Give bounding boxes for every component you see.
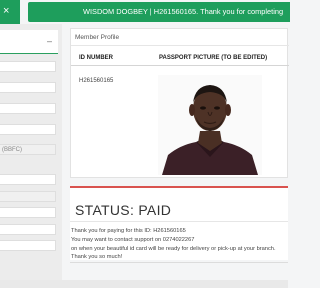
divider <box>70 221 288 222</box>
divider <box>71 65 289 66</box>
branch-field[interactable]: (BBFC) <box>0 144 56 155</box>
registration-form-panel: – (BBFC) <box>0 24 62 288</box>
form-panel-header: – <box>0 30 58 54</box>
divider <box>70 262 288 263</box>
passport-photo-image <box>158 75 262 175</box>
passport-picture-header: PASSPORT PICTURE (TO BE EDITED) <box>159 55 268 61</box>
close-tab[interactable]: × <box>0 0 20 24</box>
divider <box>71 45 289 46</box>
collapse-icon[interactable]: – <box>47 36 52 46</box>
form-field[interactable] <box>0 224 56 235</box>
id-number-header: ID NUMBER <box>79 55 113 61</box>
form-field[interactable] <box>0 174 56 185</box>
payment-status: STATUS: PAID <box>75 202 172 218</box>
close-icon[interactable]: × <box>3 5 9 17</box>
form-field[interactable] <box>0 61 56 72</box>
form-field[interactable] <box>0 124 56 135</box>
form-field[interactable] <box>0 207 56 218</box>
banner-text: WISDOM DOGBEY | H261560165. Thank you fo… <box>83 7 284 16</box>
status-message-line: Thank you so much! <box>71 254 123 260</box>
card-title: Member Profile <box>75 34 120 41</box>
status-message-line: You may want to contact support on 02740… <box>71 237 195 243</box>
status-message-line: on when your beautiful id card will be r… <box>71 246 276 252</box>
form-field[interactable] <box>0 103 56 114</box>
form-field[interactable] <box>0 82 56 93</box>
form-field[interactable] <box>0 191 56 202</box>
success-banner: WISDOM DOGBEY | H261560165. Thank you fo… <box>28 2 290 22</box>
page-footer <box>0 280 288 288</box>
id-number-value: H261560165 <box>79 78 114 84</box>
status-message-line: Thank you for paying for this ID: H26156… <box>71 228 186 234</box>
form-field[interactable] <box>0 240 56 251</box>
member-profile-card: Member Profile ID NUMBER PASSPORT PICTUR… <box>70 28 289 178</box>
passport-photo <box>158 75 262 175</box>
